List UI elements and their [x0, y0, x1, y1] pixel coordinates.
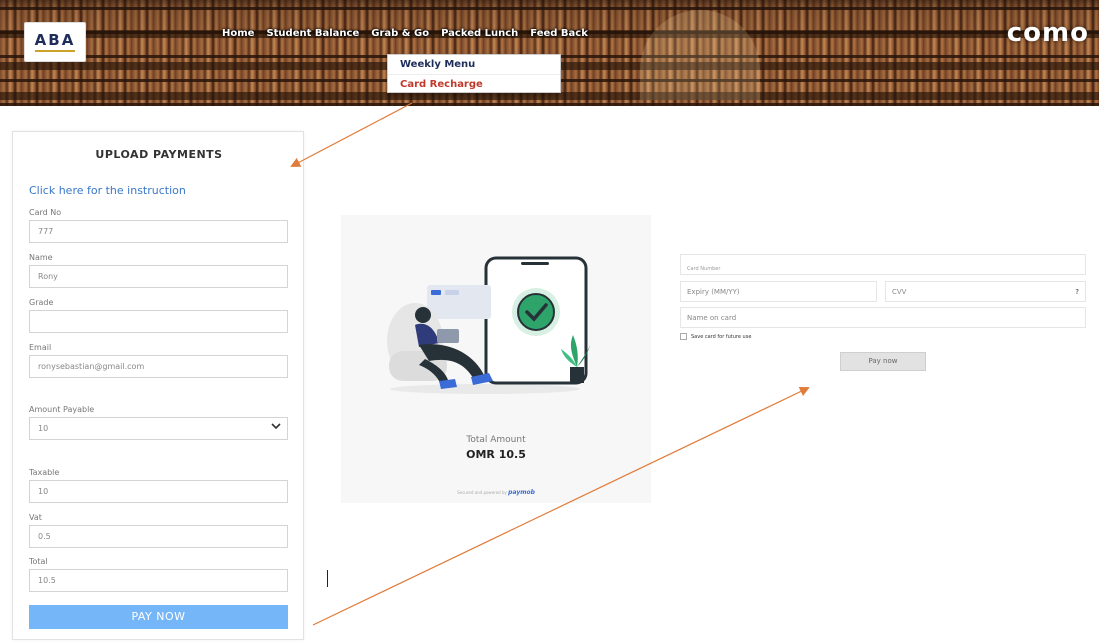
cvv-help-icon[interactable]: ? — [1075, 282, 1079, 302]
expiry-field[interactable]: Expiry (MM/YY) — [680, 281, 877, 302]
taxable-label: Taxable — [29, 468, 60, 477]
panel-title: UPLOAD PAYMENTS — [95, 148, 223, 161]
name-on-card-field[interactable]: Name on card — [680, 307, 1086, 328]
total-label: Total — [29, 557, 48, 566]
name-label: Name — [29, 253, 53, 262]
total-amount-label: Total Amount — [466, 435, 526, 445]
vat-label: Vat — [29, 513, 42, 522]
chevron-down-icon — [271, 423, 281, 430]
school-logo[interactable]: ABA — [24, 22, 86, 62]
paymob-logo: paymob — [508, 489, 535, 496]
arrow-to-form — [290, 102, 413, 167]
logo-text: ABA — [34, 31, 76, 49]
brand-name: como — [1006, 18, 1089, 48]
upload-payments-panel: UPLOAD PAYMENTS Click here for the instr… — [12, 131, 304, 640]
grab-and-go-dropdown: Weekly Menu Card Recharge — [387, 54, 561, 93]
card-no-label: Card No — [29, 208, 62, 217]
total-input[interactable]: 10.5 — [29, 569, 288, 592]
save-card-option[interactable]: Save card for future use — [680, 333, 751, 340]
text-cursor — [327, 570, 328, 587]
payment-summary-card: Total Amount OMR 10.5 Secured and powere… — [341, 215, 651, 503]
amount-payable-label: Amount Payable — [29, 405, 95, 414]
nav-student-balance[interactable]: Student Balance — [266, 28, 359, 39]
save-card-checkbox[interactable] — [680, 333, 687, 340]
logo-underline — [35, 50, 75, 52]
grade-input[interactable] — [29, 310, 288, 333]
total-amount-value: OMR 10.5 — [466, 448, 526, 461]
pay-now-card-button[interactable]: Pay now — [840, 352, 926, 371]
card-number-label: Card Number — [687, 266, 721, 272]
name-input[interactable]: Rony — [29, 265, 288, 288]
grade-label: Grade — [29, 298, 54, 307]
email-label: Email — [29, 343, 52, 352]
cvv-placeholder: CVV — [892, 288, 907, 296]
amount-payable-value: 10 — [38, 424, 49, 433]
menu-item-weekly-menu[interactable]: Weekly Menu — [388, 55, 560, 74]
nav-home[interactable]: Home — [222, 28, 254, 39]
powered-by: Secured and powered by paymob — [341, 489, 651, 496]
nav-grab-and-go[interactable]: Grab & Go — [371, 28, 429, 39]
taxable-input[interactable]: 10 — [29, 480, 288, 503]
card-number-field[interactable]: Card Number — [680, 254, 1086, 275]
nav-feed-back[interactable]: Feed Back — [530, 28, 588, 39]
save-card-label: Save card for future use — [691, 333, 752, 340]
powered-by-text: Secured and powered by — [457, 490, 507, 495]
card-no-input[interactable]: 777 — [29, 220, 288, 243]
amount-payable-select[interactable]: 10 — [29, 417, 288, 440]
email-input[interactable]: ronysebastian@gmail.com — [29, 355, 288, 378]
vat-input[interactable]: 0.5 — [29, 525, 288, 548]
cvv-field[interactable]: CVV ? — [885, 281, 1086, 302]
instruction-link[interactable]: Click here for the instruction — [29, 184, 186, 197]
window-light — [640, 10, 760, 100]
pay-now-button[interactable]: PAY NOW — [29, 605, 288, 629]
nav-packed-lunch[interactable]: Packed Lunch — [441, 28, 518, 39]
phone-checkmark-illustration — [387, 256, 591, 394]
menu-item-card-recharge[interactable]: Card Recharge — [388, 74, 560, 94]
main-nav: Home Student Balance Grab & Go Packed Lu… — [222, 28, 588, 39]
